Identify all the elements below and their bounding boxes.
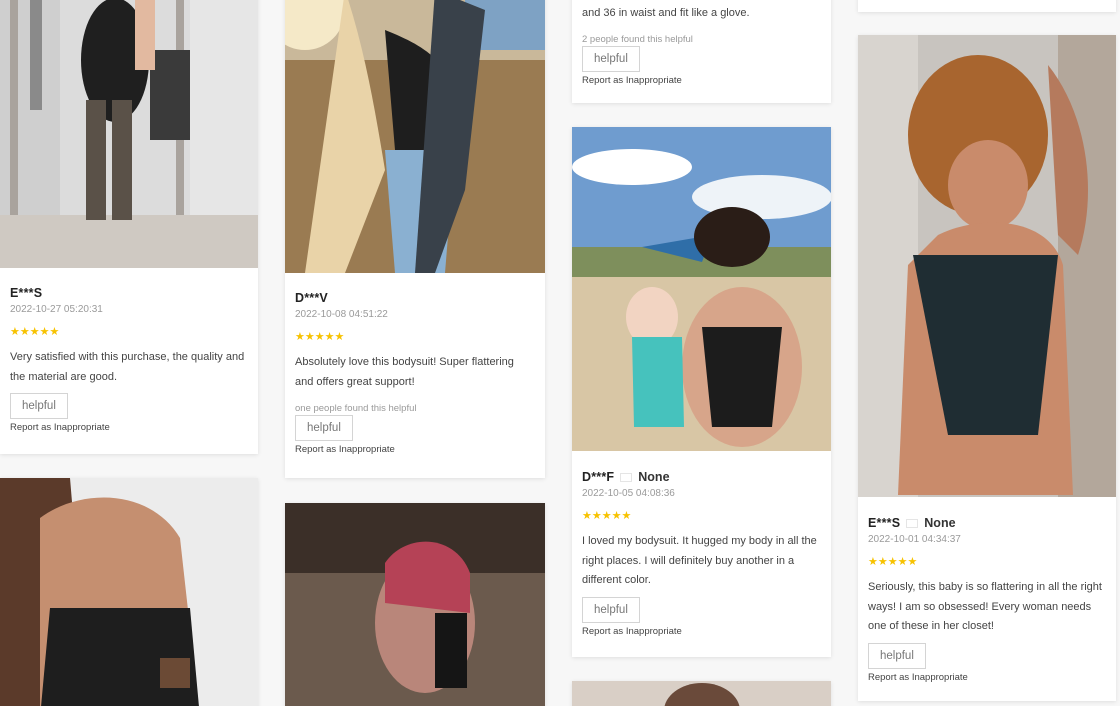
review-date: 2022-10-01 04:34:37 [868, 534, 961, 545]
review-photo[interactable] [572, 681, 831, 706]
review-photo[interactable] [285, 0, 545, 273]
review-photo[interactable] [0, 0, 258, 268]
review-date: 2022-10-27 05:20:31 [10, 304, 103, 315]
review-card [285, 503, 545, 706]
review-card: E***S 2022-10-27 05:20:31 ★★★★★ Very sat… [0, 0, 258, 454]
review-card: D***V 2022-10-08 04:51:22 ★★★★★ Absolute… [285, 0, 545, 478]
country-flag-icon [906, 518, 919, 528]
review-card [0, 478, 258, 706]
review-text: Very satisfied with this purchase, the q… [10, 351, 245, 383]
report-link[interactable]: Report as Inappropriate [868, 672, 1106, 683]
stars-icon: ★★★★★ [295, 331, 345, 343]
helpful-count: one people found this helpful [295, 403, 417, 414]
review-photo[interactable] [285, 503, 545, 706]
review-photo[interactable] [572, 127, 831, 451]
star-rating: ★★★★★ [10, 327, 248, 339]
report-link[interactable]: Report as Inappropriate [582, 626, 821, 637]
report-link[interactable]: Report as Inappropriate [295, 444, 535, 455]
review-card [858, 0, 1116, 12]
helpful-count: 2 people found this helpful [582, 33, 693, 45]
reviewer-name: D***V [295, 291, 328, 305]
helpful-button[interactable]: helpful [582, 45, 640, 72]
review-card [572, 681, 831, 706]
reviewer-country: None [924, 516, 956, 530]
stars-icon: ★★★★★ [582, 510, 632, 522]
star-rating: ★★★★★ [295, 332, 535, 344]
review-photo[interactable] [0, 478, 258, 706]
review-card: E***S None 2022-10-01 04:34:37 ★★★★★ Ser… [858, 35, 1116, 701]
stars-icon: ★★★★★ [10, 326, 60, 338]
stars-icon: ★★★★★ [868, 556, 918, 568]
report-link[interactable]: Report as Inappropriate [582, 75, 821, 86]
star-rating: ★★★★★ [582, 511, 821, 523]
helpful-button[interactable]: helpful [582, 596, 640, 623]
review-text: and 36 in waist and fit like a glove. [582, 7, 750, 19]
helpful-button[interactable]: helpful [295, 415, 353, 441]
review-photo[interactable] [858, 35, 1116, 497]
reviewer-country: None [638, 470, 670, 484]
review-date: 2022-10-05 04:08:36 [582, 488, 675, 499]
reviewer-name: E***S [10, 286, 43, 300]
star-rating: ★★★★★ [868, 557, 1106, 569]
review-text: Seriously, this baby is so flattering in… [868, 581, 1102, 632]
review-card: D***F None 2022-10-05 04:08:36 ★★★★★ I l… [572, 127, 831, 657]
helpful-button[interactable]: helpful [868, 642, 926, 669]
review-date: 2022-10-08 04:51:22 [295, 309, 388, 320]
review-text: I loved my bodysuit. It hugged my body i… [582, 535, 817, 586]
review-text: Absolutely love this bodysuit! Super fla… [295, 356, 514, 388]
review-card: and 36 in waist and fit like a glove. 2 … [572, 0, 831, 103]
helpful-button[interactable]: helpful [10, 393, 68, 419]
reviewer-name: E***S [868, 516, 901, 530]
country-flag-icon [620, 472, 633, 482]
report-link[interactable]: Report as Inappropriate [10, 422, 248, 433]
reviewer-name: D***F [582, 470, 615, 484]
